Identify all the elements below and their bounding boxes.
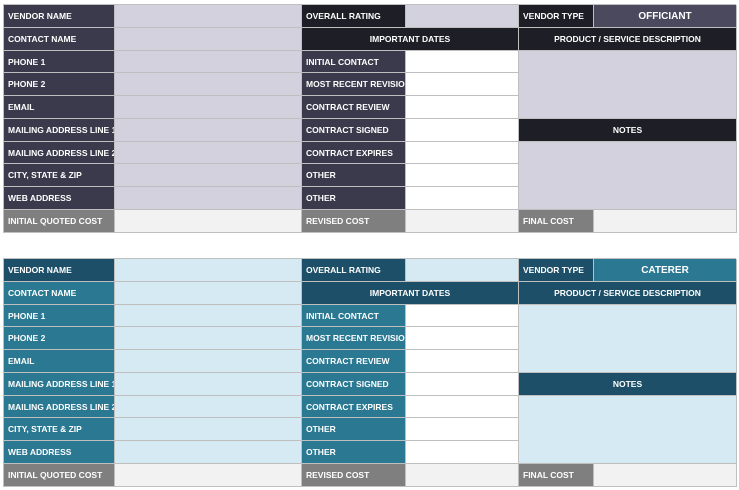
overall-rating-label: OVERALL RATING bbox=[302, 5, 406, 28]
vendor-name-label: VENDOR NAME bbox=[4, 5, 115, 28]
product-service-description-header: PRODUCT / SERVICE DESCRIPTION bbox=[519, 28, 737, 51]
contract-signed-label: CONTRACT SIGNED bbox=[302, 119, 406, 142]
contract-signed-label: CONTRACT SIGNED bbox=[302, 373, 406, 396]
revised-cost-field[interactable] bbox=[406, 210, 519, 233]
initial-quoted-cost-field[interactable] bbox=[115, 210, 302, 233]
other-date-field-1[interactable] bbox=[406, 418, 519, 441]
contact-name-field[interactable] bbox=[115, 28, 302, 51]
contract-review-label: CONTRACT REVIEW bbox=[302, 96, 406, 119]
mailing-address-line1-field[interactable] bbox=[115, 119, 302, 142]
email-field[interactable] bbox=[115, 96, 302, 119]
product-service-description-header: PRODUCT / SERVICE DESCRIPTION bbox=[519, 282, 737, 305]
final-cost-label: FINAL COST bbox=[519, 464, 594, 487]
phone1-label: PHONE 1 bbox=[4, 305, 115, 327]
mailing-address-line2-label: MAILING ADDRESS LINE 2 bbox=[4, 142, 115, 164]
web-address-label: WEB ADDRESS bbox=[4, 187, 115, 210]
initial-contact-label: INITIAL CONTACT bbox=[302, 305, 406, 327]
vendor-type-label: VENDOR TYPE bbox=[519, 259, 594, 282]
contact-name-label: CONTACT NAME bbox=[4, 28, 115, 51]
initial-contact-label: INITIAL CONTACT bbox=[302, 51, 406, 73]
product-service-description-field[interactable] bbox=[519, 51, 737, 119]
contract-expires-date-field[interactable] bbox=[406, 142, 519, 164]
notes-header: NOTES bbox=[519, 119, 737, 142]
web-address-field[interactable] bbox=[115, 187, 302, 210]
vendor-name-label: VENDOR NAME bbox=[4, 259, 115, 282]
initial-quoted-cost-label: INITIAL QUOTED COST bbox=[4, 464, 115, 487]
mailing-address-line2-label: MAILING ADDRESS LINE 2 bbox=[4, 396, 115, 418]
notes-field[interactable] bbox=[519, 396, 737, 464]
web-address-label: WEB ADDRESS bbox=[4, 441, 115, 464]
important-dates-header: IMPORTANT DATES bbox=[302, 28, 519, 51]
most-recent-revision-date-field[interactable] bbox=[406, 73, 519, 96]
most-recent-revision-label: MOST RECENT REVISION bbox=[302, 327, 406, 350]
most-recent-revision-label: MOST RECENT REVISION bbox=[302, 73, 406, 96]
contract-review-date-field[interactable] bbox=[406, 96, 519, 119]
important-dates-header: IMPORTANT DATES bbox=[302, 282, 519, 305]
city-state-zip-field[interactable] bbox=[115, 164, 302, 187]
overall-rating-label: OVERALL RATING bbox=[302, 259, 406, 282]
contract-signed-date-field[interactable] bbox=[406, 119, 519, 142]
final-cost-label: FINAL COST bbox=[519, 210, 594, 233]
city-state-zip-label: CITY, STATE & ZIP bbox=[4, 164, 115, 187]
email-label: EMAIL bbox=[4, 350, 115, 373]
email-field[interactable] bbox=[115, 350, 302, 373]
phone1-label: PHONE 1 bbox=[4, 51, 115, 73]
contract-signed-date-field[interactable] bbox=[406, 373, 519, 396]
final-cost-field[interactable] bbox=[594, 464, 737, 487]
overall-rating-field[interactable] bbox=[406, 259, 519, 282]
phone2-label: PHONE 2 bbox=[4, 73, 115, 96]
other-date-field-2[interactable] bbox=[406, 441, 519, 464]
mailing-address-line1-field[interactable] bbox=[115, 373, 302, 396]
vendor-card-caterer: VENDOR NAME OVERALL RATING VENDOR TYPE C… bbox=[3, 258, 737, 487]
phone2-label: PHONE 2 bbox=[4, 327, 115, 350]
product-service-description-field[interactable] bbox=[519, 305, 737, 373]
revised-cost-label: REVISED COST bbox=[302, 464, 406, 487]
email-label: EMAIL bbox=[4, 96, 115, 119]
initial-contact-date-field[interactable] bbox=[406, 51, 519, 73]
contract-review-label: CONTRACT REVIEW bbox=[302, 350, 406, 373]
contract-review-date-field[interactable] bbox=[406, 350, 519, 373]
phone2-field[interactable] bbox=[115, 73, 302, 96]
initial-quoted-cost-label: INITIAL QUOTED COST bbox=[4, 210, 115, 233]
phone2-field[interactable] bbox=[115, 327, 302, 350]
vendor-name-field[interactable] bbox=[115, 259, 302, 282]
mailing-address-line1-label: MAILING ADDRESS LINE 1 bbox=[4, 119, 115, 142]
other-date-label-2: OTHER bbox=[302, 441, 406, 464]
other-date-field-2[interactable] bbox=[406, 187, 519, 210]
vendor-name-field[interactable] bbox=[115, 5, 302, 28]
vendor-type-value[interactable]: OFFICIANT bbox=[594, 5, 737, 28]
contract-expires-label: CONTRACT EXPIRES bbox=[302, 396, 406, 418]
vendor-card-officiant: VENDOR NAME OVERALL RATING VENDOR TYPE O… bbox=[3, 4, 737, 233]
city-state-zip-field[interactable] bbox=[115, 418, 302, 441]
mailing-address-line1-label: MAILING ADDRESS LINE 1 bbox=[4, 373, 115, 396]
contract-expires-date-field[interactable] bbox=[406, 396, 519, 418]
other-date-label-2: OTHER bbox=[302, 187, 406, 210]
contact-name-field[interactable] bbox=[115, 282, 302, 305]
mailing-address-line2-field[interactable] bbox=[115, 142, 302, 164]
notes-field[interactable] bbox=[519, 142, 737, 210]
revised-cost-label: REVISED COST bbox=[302, 210, 406, 233]
final-cost-field[interactable] bbox=[594, 210, 737, 233]
web-address-field[interactable] bbox=[115, 441, 302, 464]
notes-header: NOTES bbox=[519, 373, 737, 396]
other-date-label-1: OTHER bbox=[302, 164, 406, 187]
vendor-type-label: VENDOR TYPE bbox=[519, 5, 594, 28]
initial-quoted-cost-field[interactable] bbox=[115, 464, 302, 487]
other-date-label-1: OTHER bbox=[302, 418, 406, 441]
revised-cost-field[interactable] bbox=[406, 464, 519, 487]
most-recent-revision-date-field[interactable] bbox=[406, 327, 519, 350]
vendor-type-value[interactable]: CATERER bbox=[594, 259, 737, 282]
contract-expires-label: CONTRACT EXPIRES bbox=[302, 142, 406, 164]
contact-name-label: CONTACT NAME bbox=[4, 282, 115, 305]
mailing-address-line2-field[interactable] bbox=[115, 396, 302, 418]
initial-contact-date-field[interactable] bbox=[406, 305, 519, 327]
phone1-field[interactable] bbox=[115, 305, 302, 327]
phone1-field[interactable] bbox=[115, 51, 302, 73]
other-date-field-1[interactable] bbox=[406, 164, 519, 187]
overall-rating-field[interactable] bbox=[406, 5, 519, 28]
city-state-zip-label: CITY, STATE & ZIP bbox=[4, 418, 115, 441]
